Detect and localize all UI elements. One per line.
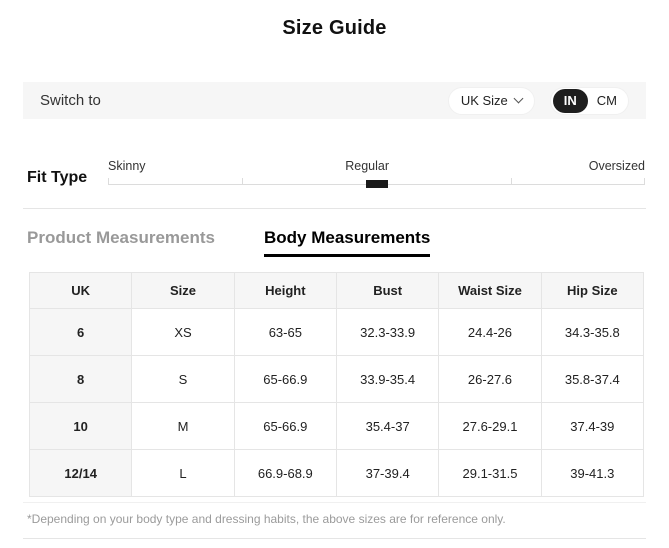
table-cell: 35.4-37: [335, 402, 440, 450]
divider: [23, 502, 646, 503]
table-cell: 29.1-31.5: [438, 449, 542, 497]
table-cell: 34.3-35.8: [540, 308, 645, 356]
table-cell: 39-41.3: [540, 449, 645, 497]
fit-type-label: Fit Type: [27, 169, 88, 186]
table-cell: 24.4-26: [438, 308, 542, 356]
chevron-down-icon: [513, 93, 524, 104]
tab-body-measurements[interactable]: Body Measurements: [264, 228, 431, 257]
table-cell: XS: [131, 308, 235, 356]
table-cell: 65-66.9: [233, 402, 337, 450]
slider-tick: [242, 178, 244, 184]
size-system-value: UK Size: [460, 93, 508, 108]
unit-option-cm[interactable]: CM: [588, 89, 626, 113]
table-header-row: UK Size Height Bust Waist Size Hip Size: [28, 272, 645, 309]
column-header: Hip Size: [540, 272, 645, 309]
table-cell: 37.4-39: [540, 402, 645, 450]
size-system-dropdown[interactable]: UK Size: [447, 86, 535, 115]
table-cell: 6: [28, 308, 133, 356]
fit-type-options: Skinny Regular Oversized: [108, 159, 645, 173]
table-cell: M: [131, 402, 235, 450]
table-cell: 66.9-68.9: [233, 449, 337, 497]
measurement-tabs: Product Measurements Body Measurements: [27, 228, 646, 257]
column-header: Waist Size: [438, 272, 542, 309]
table-row: 10 M 65-66.9 35.4-37 27.6-29.1 37.4-39: [28, 402, 645, 450]
table-row: 12/14 L 66.9-68.9 37-39.4 29.1-31.5 39-4…: [28, 449, 645, 497]
fit-option-oversized[interactable]: Oversized: [589, 159, 645, 173]
size-table: UK Size Height Bust Waist Size Hip Size …: [28, 272, 645, 497]
fit-option-skinny[interactable]: Skinny: [108, 159, 146, 173]
table-cell: L: [131, 449, 235, 497]
table-cell: 8: [28, 355, 133, 403]
divider: [23, 538, 646, 539]
slider-tick: [644, 178, 645, 184]
fit-option-regular[interactable]: Regular: [345, 159, 389, 173]
tab-product-measurements[interactable]: Product Measurements: [27, 228, 215, 254]
size-guide-modal: Size Guide Switch to UK Size IN CM Fit T…: [0, 0, 669, 548]
table-cell: 26-27.6: [438, 355, 542, 403]
table-cell: 37-39.4: [335, 449, 440, 497]
column-header: UK: [28, 272, 133, 309]
table-cell: S: [131, 355, 235, 403]
fit-type-slider-handle[interactable]: [365, 180, 388, 188]
table-row: 8 S 65-66.9 33.9-35.4 26-27.6 35.8-37.4: [28, 355, 645, 403]
switch-controls: UK Size IN CM: [447, 86, 629, 115]
table-row: 6 XS 63-65 32.3-33.9 24.4-26 34.3-35.8: [28, 308, 645, 356]
table-cell: 35.8-37.4: [540, 355, 645, 403]
fit-type-slider-track[interactable]: [108, 178, 645, 188]
table-cell: 27.6-29.1: [438, 402, 542, 450]
table-cell: 10: [28, 402, 133, 450]
column-header: Height: [233, 272, 337, 309]
column-header: Size: [131, 272, 235, 309]
page-title: Size Guide: [282, 17, 387, 39]
table-cell: 63-65: [233, 308, 337, 356]
column-header: Bust: [335, 272, 440, 309]
table-cell: 12/14: [28, 449, 133, 497]
table-cell: 65-66.9: [233, 355, 337, 403]
fit-type-section: Fit Type Skinny Regular Oversized: [23, 119, 646, 209]
table-cell: 33.9-35.4: [335, 355, 440, 403]
switch-bar: Switch to UK Size IN CM: [23, 82, 646, 119]
slider-tick: [510, 178, 512, 184]
table-cell: 32.3-33.9: [335, 308, 440, 356]
slider-tick: [108, 178, 109, 184]
unit-toggle: IN CM: [549, 86, 629, 115]
switch-to-label: Switch to: [40, 92, 101, 109]
footnote-text: *Depending on your body type and dressin…: [27, 512, 506, 526]
unit-option-in[interactable]: IN: [552, 88, 588, 113]
